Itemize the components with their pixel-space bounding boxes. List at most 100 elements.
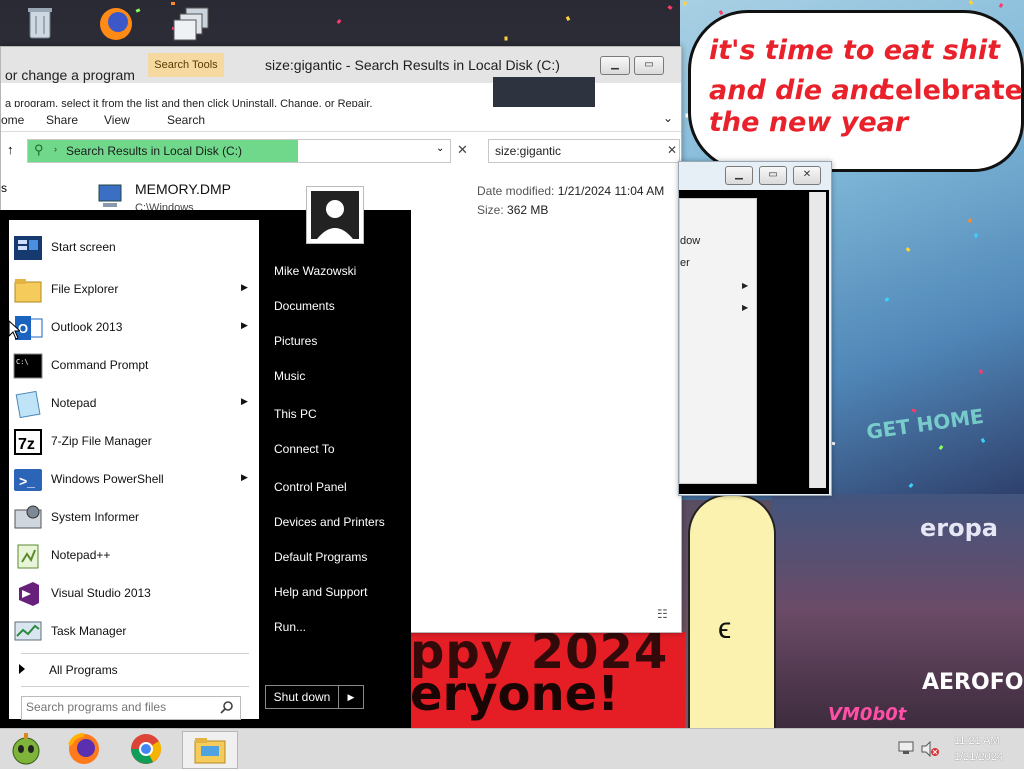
confetti-piece xyxy=(667,4,672,10)
start-menu-programs-pane: Start screen File Explorer ▶ O Outlook 2… xyxy=(9,220,259,720)
breadcrumb-chevron-icon[interactable]: › xyxy=(54,144,57,154)
alien-app-icon[interactable] xyxy=(4,731,48,767)
character-mouth: ϵ xyxy=(718,612,732,645)
program-task-manager[interactable]: Task Manager xyxy=(9,614,259,650)
bg-submenu-arrow-icon: ▶ xyxy=(742,281,749,290)
address-dropdown-icon[interactable]: ⌄ xyxy=(436,143,444,154)
up-arrow-icon[interactable]: ↑ xyxy=(7,142,14,157)
bg-close-button[interactable]: ✕ xyxy=(793,166,821,185)
happy-2024-banner: ppy 2024 eryone! xyxy=(410,632,685,728)
city-sign-europa: eropa xyxy=(920,514,998,542)
documents-link[interactable]: Documents xyxy=(274,299,335,313)
program-outlook[interactable]: O Outlook 2013 ▶ xyxy=(9,310,259,346)
behind-image xyxy=(493,77,595,109)
program-file-explorer[interactable]: File Explorer ▶ xyxy=(9,272,259,308)
maximize-button[interactable]: ▭ xyxy=(634,56,664,75)
bg-minimize-button[interactable]: ▁ xyxy=(725,166,753,185)
submenu-arrow-icon[interactable]: ▶ xyxy=(241,282,248,293)
connect-to-link[interactable]: Connect To xyxy=(274,442,335,456)
submenu-arrow-icon[interactable]: ▶ xyxy=(241,472,248,483)
visual-studio-icon xyxy=(13,580,43,608)
firefox-taskbar-icon[interactable] xyxy=(62,731,106,767)
folder-icon xyxy=(13,276,43,304)
control-panel-link[interactable]: Control Panel xyxy=(274,480,347,494)
program-label: System Informer xyxy=(51,510,140,524)
devices-and-printers-link[interactable]: Devices and Printers xyxy=(274,515,385,529)
start-search-box[interactable] xyxy=(21,696,241,720)
notepad-icon xyxy=(13,390,43,419)
stop-search-icon[interactable]: ✕ xyxy=(457,142,468,158)
program-system-informer[interactable]: System Informer xyxy=(9,500,259,536)
search-icon[interactable] xyxy=(220,700,234,717)
submenu-arrow-icon[interactable]: ▶ xyxy=(241,396,248,407)
speech-line-2: and die and xyxy=(709,75,889,106)
program-powershell[interactable]: >_ Windows PowerShell ▶ xyxy=(9,462,259,498)
command-prompt-icon: C:\ xyxy=(13,352,43,380)
bg-menu-item-1[interactable]: dow xyxy=(680,235,700,247)
network-icon[interactable] xyxy=(898,741,914,758)
help-and-support-link[interactable]: Help and Support xyxy=(274,585,367,599)
program-command-prompt[interactable]: C:\ Command Prompt xyxy=(9,348,259,384)
pictures-link[interactable]: Pictures xyxy=(274,334,317,348)
music-link[interactable]: Music xyxy=(274,369,305,383)
program-7zip[interactable]: 7z 7-Zip File Manager xyxy=(9,424,259,460)
copy-windows-icon[interactable] xyxy=(172,4,212,44)
bg-menu-item-2[interactable]: er xyxy=(680,257,690,269)
program-label: Task Manager xyxy=(51,624,127,638)
all-programs-button[interactable]: All Programs xyxy=(19,660,249,680)
clock-time[interactable]: 11:21 AM xyxy=(954,735,1000,747)
user-name-link[interactable]: Mike Wazowski xyxy=(274,264,356,278)
nav-pane-cut-text: s xyxy=(1,181,7,195)
tab-search[interactable]: Search xyxy=(167,113,205,127)
memory-dump-file-icon[interactable] xyxy=(97,181,129,213)
chrome-icon[interactable] xyxy=(124,731,168,767)
minimize-button[interactable]: ▁ xyxy=(600,56,630,75)
program-visual-studio[interactable]: Visual Studio 2013 xyxy=(9,576,259,612)
city-sign-aerofos: AEROFOS xyxy=(922,670,1024,695)
user-avatar[interactable] xyxy=(306,186,364,244)
file-name[interactable]: MEMORY.DMP xyxy=(135,181,231,197)
bg-scrollbar[interactable] xyxy=(809,192,826,488)
powershell-icon: >_ xyxy=(13,466,43,494)
program-label: Outlook 2013 xyxy=(51,320,123,334)
watermark-vmobot: VM0b0t xyxy=(828,704,907,725)
program-notepad-plus-plus[interactable]: Notepad++ xyxy=(9,538,259,574)
all-programs-label: All Programs xyxy=(49,663,118,677)
program-label: 7-Zip File Manager xyxy=(51,434,152,448)
search-box-value: size:gigantic xyxy=(495,144,562,158)
search-tools-tab[interactable]: Search Tools xyxy=(148,53,224,77)
firefox-desktop-icon[interactable] xyxy=(96,4,136,44)
start-search-input[interactable] xyxy=(26,699,216,715)
recycle-bin-icon[interactable] xyxy=(20,4,60,44)
behind-heading-text: or change a program xyxy=(5,67,135,83)
program-notepad[interactable]: Notepad ▶ xyxy=(9,386,259,422)
search-box[interactable]: size:gigantic ✕ xyxy=(488,139,680,163)
notepad-plus-plus-icon xyxy=(13,542,43,570)
shut-down-button[interactable]: Shut down xyxy=(265,685,339,709)
program-start-screen[interactable]: Start screen xyxy=(9,230,259,266)
details-view-icon[interactable]: ☷ xyxy=(657,607,668,621)
shutdown-options-arrow-icon[interactable]: ▶ xyxy=(338,685,364,709)
background-window[interactable]: ▁ ▭ ✕ dow er ▶ ▶ xyxy=(678,161,832,496)
address-bar[interactable]: ⚲ › Search Results in Local Disk (C:) ⌄ xyxy=(27,139,451,163)
submenu-arrow-icon[interactable]: ▶ xyxy=(241,320,248,331)
clock-date[interactable]: 1/21/2024 xyxy=(954,751,1003,763)
confetti-piece xyxy=(565,16,570,22)
volume-muted-icon[interactable] xyxy=(920,740,940,760)
expand-ribbon-icon[interactable]: ⌄ xyxy=(663,111,673,125)
default-programs-link[interactable]: Default Programs xyxy=(274,550,367,564)
this-pc-link[interactable]: This PC xyxy=(274,407,317,421)
size-value: 362 MB xyxy=(507,203,549,217)
tab-home[interactable]: ome xyxy=(1,113,24,127)
ribbon-tabs: ome Share View Search ⌄ xyxy=(1,107,681,132)
clear-search-icon[interactable]: ✕ xyxy=(667,143,677,157)
system-informer-icon xyxy=(13,504,43,532)
tab-share[interactable]: Share xyxy=(46,113,78,127)
address-bar-row: ↑ ⚲ › Search Results in Local Disk (C:) … xyxy=(1,139,681,163)
size-label: Size: xyxy=(477,203,504,217)
file-explorer-taskbar-icon[interactable] xyxy=(182,731,238,769)
bg-maximize-button[interactable]: ▭ xyxy=(759,166,787,185)
tab-view[interactable]: View xyxy=(104,113,130,127)
speech-line-3: celebrate xyxy=(879,75,1023,106)
run-link[interactable]: Run... xyxy=(274,620,306,634)
